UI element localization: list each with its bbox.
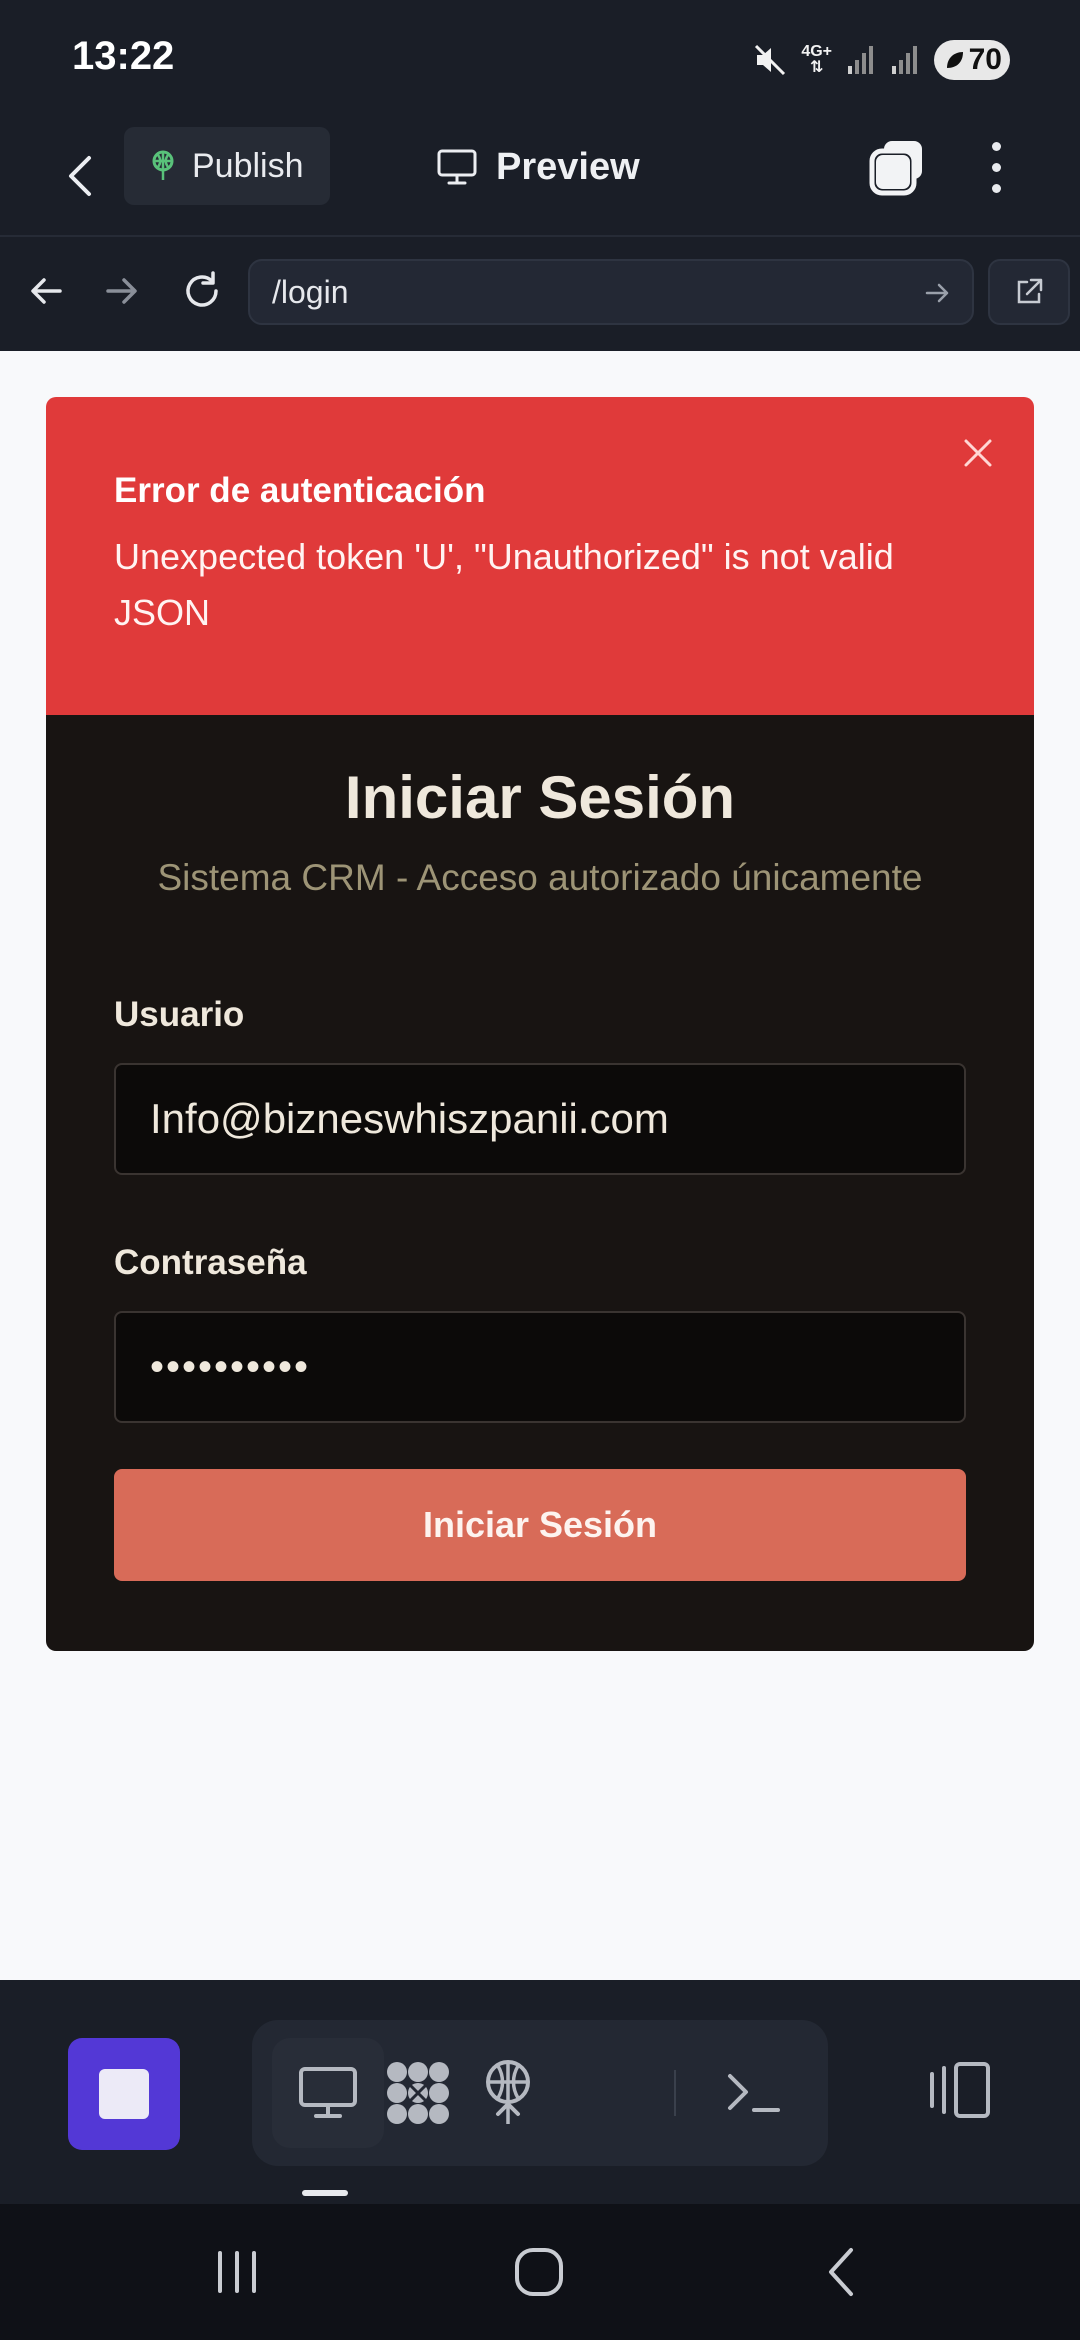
data-arrows-icon: ⇅	[809, 59, 824, 76]
more-dot-icon	[991, 162, 1001, 172]
monitor-icon	[437, 149, 477, 185]
signal-icon-2	[892, 46, 917, 74]
username-value: Info@bizneswhiszpanii.com	[150, 1095, 669, 1142]
stop-icon	[99, 2069, 149, 2119]
url-text: /login	[272, 273, 349, 310]
network-type: 4G+ ⇅	[801, 43, 832, 76]
login-card: Iniciar Sesión Sistema CRM - Acceso auto…	[46, 715, 1034, 1651]
username-label: Usuario	[114, 995, 245, 1034]
login-submit-button[interactable]: Iniciar Sesión	[114, 1469, 966, 1581]
reload-icon	[186, 271, 218, 307]
publish-button[interactable]: Publish	[124, 127, 330, 205]
publish-label: Publish	[192, 146, 304, 185]
status-time: 13:22	[72, 34, 175, 78]
recents-icon	[218, 2251, 256, 2293]
preview-title: Preview	[436, 137, 640, 197]
signal-icon	[848, 46, 873, 74]
close-icon[interactable]	[958, 433, 998, 473]
deploy-tool-button[interactable]	[452, 2038, 564, 2148]
alert-message: Unexpected token 'U', "Unauthorized" is …	[114, 536, 894, 633]
password-label: Contraseña	[114, 1243, 307, 1282]
system-back-icon	[829, 2248, 853, 2296]
external-link-icon	[1017, 278, 1043, 304]
alert-title: Error de autenticación	[114, 471, 486, 510]
error-alert: Error de autenticación Unexpected token …	[46, 397, 1034, 715]
arrow-left-icon	[31, 278, 62, 304]
battery-indicator: 70	[934, 40, 1010, 80]
battery-saver-icon	[947, 52, 963, 68]
panel-toggle-button[interactable]	[918, 2040, 1000, 2140]
arrow-right-icon	[106, 278, 137, 304]
system-back-button[interactable]	[796, 2236, 886, 2308]
more-options-button[interactable]	[976, 135, 1016, 199]
go-arrow-icon[interactable]	[924, 279, 952, 307]
deploy-icon	[486, 2060, 530, 2124]
preview-icon	[299, 2067, 357, 2118]
preview-label: Preview	[496, 145, 640, 188]
login-subtitle: Sistema CRM - Acceso autorizado únicamen…	[157, 857, 923, 898]
home-icon	[515, 2248, 563, 2296]
app-bar: Publish Preview	[0, 115, 1080, 237]
more-dot-icon	[991, 141, 1001, 151]
status-icons: 4G+ ⇅ 70	[753, 38, 1010, 82]
tabs-icon	[869, 141, 922, 196]
more-dot-icon	[991, 183, 1001, 193]
system-nav-bar	[0, 2204, 1080, 2340]
username-input[interactable]: Info@bizneswhiszpanii.com	[114, 1063, 966, 1175]
password-input[interactable]: ••••••••••	[114, 1311, 966, 1423]
reload-button[interactable]	[172, 261, 232, 321]
publish-icon	[152, 150, 174, 180]
panel-icon	[930, 2062, 990, 2118]
browser-back-button[interactable]	[16, 261, 76, 321]
stop-button[interactable]	[68, 2038, 180, 2150]
terminal-tool-button[interactable]	[698, 2038, 810, 2148]
password-value: ••••••••••	[150, 1344, 311, 1389]
tool-group	[252, 2020, 828, 2166]
back-button[interactable]	[50, 141, 110, 211]
tabs-button[interactable]	[866, 135, 930, 199]
open-external-button[interactable]	[988, 259, 1070, 325]
chevron-left-icon	[69, 156, 91, 196]
browser-forward-button[interactable]	[92, 261, 152, 321]
recents-button[interactable]	[192, 2236, 282, 2308]
apps-icon	[387, 2062, 449, 2124]
toolbar-divider	[674, 2070, 676, 2116]
url-field[interactable]: /login	[248, 259, 974, 325]
status-bar: 13:22 4G+ ⇅ 70	[0, 0, 1080, 115]
browser-bar: /login	[0, 237, 1080, 351]
page-content: Error de autenticación Unexpected token …	[0, 351, 1080, 1980]
login-title: Iniciar Sesión	[344, 764, 736, 831]
battery-level: 70	[968, 43, 1002, 76]
terminal-icon	[728, 2074, 780, 2112]
mute-icon	[755, 44, 786, 76]
active-tab-indicator	[302, 2190, 348, 2196]
home-button[interactable]	[494, 2236, 584, 2308]
bottom-toolbar	[0, 1980, 1080, 2204]
